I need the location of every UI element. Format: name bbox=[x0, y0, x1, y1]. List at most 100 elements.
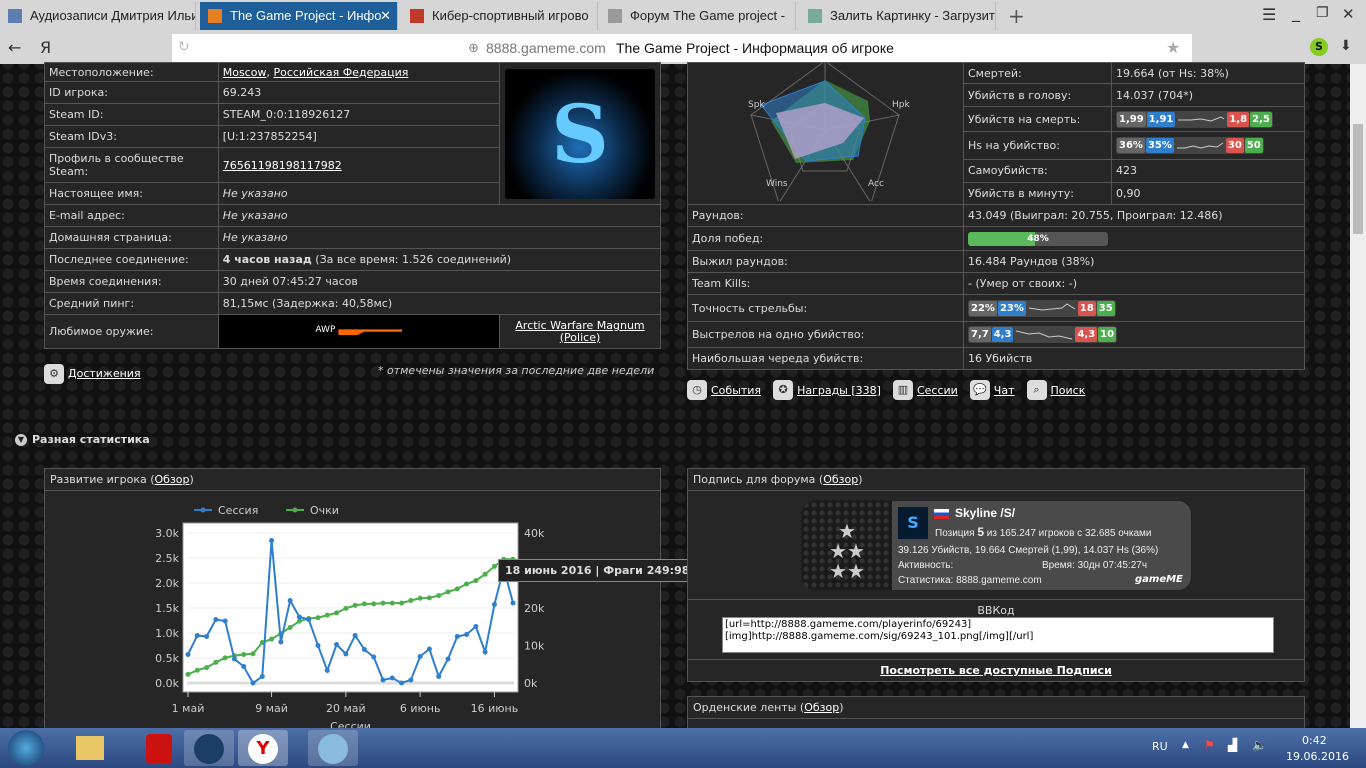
overview-link[interactable]: Обзор bbox=[823, 473, 858, 486]
weapon-image: AWP bbox=[217, 314, 501, 349]
language-indicator[interactable]: RU bbox=[1152, 740, 1168, 753]
data-point bbox=[482, 571, 488, 577]
pill-value: 1,99 bbox=[1117, 111, 1146, 127]
city-link[interactable]: Moscow bbox=[223, 66, 267, 79]
data-point bbox=[241, 652, 247, 657]
tray-expand-icon[interactable]: ▲ bbox=[1182, 740, 1189, 750]
data-point bbox=[464, 581, 470, 587]
network-icon[interactable]: ▟ bbox=[1228, 738, 1237, 752]
sparkline bbox=[1028, 303, 1076, 311]
data-point bbox=[287, 625, 293, 630]
extension-icon[interactable]: S bbox=[1310, 38, 1328, 56]
search-link[interactable]: Поиск bbox=[1051, 384, 1086, 397]
label: Team Kills: bbox=[687, 272, 964, 295]
player-id: 69.243 bbox=[217, 81, 501, 104]
headshots: 14.037 (704*) bbox=[1111, 83, 1305, 107]
overview-link[interactable]: Обзор bbox=[155, 473, 190, 486]
pill-max: 50 bbox=[1244, 138, 1263, 154]
scrollbar[interactable] bbox=[1350, 64, 1366, 728]
opera-icon[interactable] bbox=[134, 730, 184, 766]
new-tab-button[interactable]: + bbox=[1008, 4, 1025, 28]
pill-max: 35 bbox=[1096, 300, 1115, 316]
data-point bbox=[417, 595, 423, 601]
data-point bbox=[324, 668, 330, 673]
legend-label: Сессия bbox=[218, 504, 258, 517]
y-left-tick: 2.0k bbox=[155, 577, 179, 590]
overview-link[interactable]: Обзор bbox=[804, 701, 839, 714]
label: Hs на убийство: bbox=[963, 131, 1112, 161]
label: E-mail адрес: bbox=[44, 204, 219, 227]
action-center-icon[interactable]: ⚑ bbox=[1204, 738, 1215, 752]
radar-chart: Spk Hpk Acc Wins bbox=[687, 60, 964, 205]
search-icon: ⌕ bbox=[1026, 380, 1047, 400]
volume-icon[interactable]: 🔈 bbox=[1252, 738, 1267, 752]
yandex-browser-icon[interactable]: Y bbox=[238, 730, 288, 766]
data-point bbox=[426, 646, 432, 652]
events-link[interactable]: События bbox=[711, 384, 761, 397]
explorer-icon[interactable] bbox=[64, 730, 114, 766]
y-left-tick: 0.0k bbox=[155, 677, 179, 690]
download-icon[interactable]: ⬇ bbox=[1340, 38, 1352, 54]
data-point bbox=[250, 680, 256, 686]
panel-title-end: ) bbox=[858, 473, 863, 486]
data-point bbox=[380, 600, 386, 606]
tab-bar: Аудиозаписи Дмитрия Ильи The Game Projec… bbox=[0, 0, 1366, 32]
data-point bbox=[343, 651, 349, 657]
label: Любимое оружие: bbox=[44, 314, 219, 349]
maximize-icon[interactable]: ❐ bbox=[1316, 5, 1329, 21]
menu-icon[interactable]: ☰ bbox=[1262, 5, 1276, 24]
pill-min: 30 bbox=[1225, 138, 1244, 154]
achievements-link[interactable]: Достижения bbox=[68, 367, 141, 380]
pill-min: 4,3 bbox=[1075, 327, 1098, 342]
awp-rifle-icon bbox=[338, 329, 403, 335]
chat-link[interactable]: Чат bbox=[994, 384, 1015, 397]
legend-marker bbox=[292, 507, 298, 513]
data-point bbox=[185, 671, 191, 677]
reload-icon[interactable]: ↻ bbox=[178, 39, 190, 55]
awards-link[interactable]: Награды [338] bbox=[797, 384, 881, 397]
yandex-button[interactable]: Я bbox=[40, 38, 51, 57]
data-point bbox=[213, 659, 219, 665]
data-point bbox=[399, 600, 405, 606]
tab-audio[interactable]: Аудиозаписи Дмитрия Ильи bbox=[0, 2, 196, 30]
data-point bbox=[408, 598, 414, 603]
tab-upload[interactable]: Залить Картинку - Загрузит bbox=[800, 2, 996, 30]
sessions-link[interactable]: Сессии bbox=[917, 384, 958, 397]
view-all-signatures-link[interactable]: Посмотреть все доступные Подписи bbox=[880, 664, 1112, 677]
sig-activity: Активность: bbox=[898, 560, 954, 571]
site-icon bbox=[410, 9, 424, 23]
last-connection-ago: 4 часов назад bbox=[222, 253, 312, 266]
country-link[interactable]: Российская Федерация bbox=[273, 66, 408, 79]
pill-recent: 35% bbox=[1145, 138, 1174, 154]
start-button[interactable] bbox=[8, 730, 44, 766]
data-point bbox=[324, 612, 330, 618]
label: Доля побед: bbox=[687, 226, 964, 251]
minimize-icon[interactable]: _ bbox=[1292, 3, 1300, 22]
back-button[interactable]: ← bbox=[8, 38, 21, 57]
bookmark-star-icon[interactable]: ★ bbox=[1166, 38, 1180, 57]
bbcode-textarea[interactable]: [url=http://8888.gameme.com/playerinfo/6… bbox=[722, 617, 1274, 653]
data-point bbox=[389, 675, 395, 681]
panel-title: Орденские ленты ( bbox=[693, 701, 805, 714]
y-right-tick: 0k bbox=[524, 677, 538, 690]
tab-game-project[interactable]: The Game Project - Инфо ✕ bbox=[200, 2, 398, 30]
close-window-icon[interactable]: ✕ bbox=[1342, 5, 1355, 23]
connection-time: 30 дней 07:45:27 часов bbox=[217, 270, 662, 293]
tab-forum[interactable]: Форум The Game project - bbox=[600, 2, 796, 30]
label: Местоположение: bbox=[44, 62, 219, 82]
paint-icon[interactable] bbox=[308, 730, 358, 766]
data-point bbox=[371, 654, 377, 660]
steam-taskbar-icon[interactable] bbox=[184, 730, 234, 766]
scrollbar-thumb[interactable] bbox=[1353, 124, 1363, 234]
data-point bbox=[389, 600, 395, 606]
url-field[interactable]: ↻ ⊕ 8888.gameme.com The Game Project - И… bbox=[172, 34, 1192, 62]
collapse-icon[interactable]: ▼ bbox=[15, 434, 27, 446]
panel-header: Орденские ленты (Обзор) bbox=[688, 697, 1304, 719]
pill-value: 36% bbox=[1117, 138, 1145, 154]
data-point bbox=[464, 632, 470, 637]
weapon-link[interactable]: Arctic Warfare Magnum (Police) bbox=[515, 319, 644, 344]
steam-profile-link[interactable]: 76561198198117982 bbox=[223, 159, 342, 172]
close-tab-icon[interactable]: ✕ bbox=[380, 2, 391, 30]
steam-icon[interactable]: ⚙ bbox=[44, 364, 64, 384]
tab-cyber[interactable]: Кибер-спортивный игрово bbox=[402, 2, 598, 30]
